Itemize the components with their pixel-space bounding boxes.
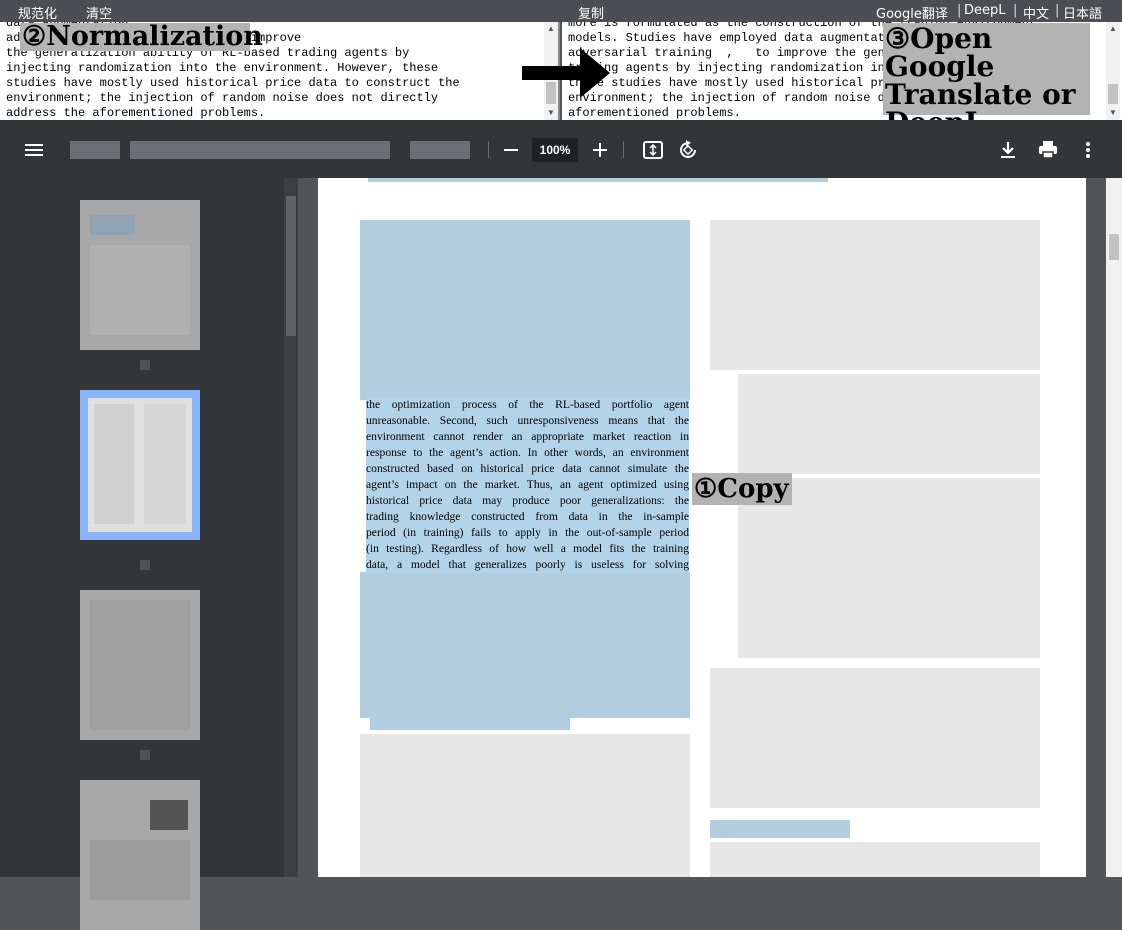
page-number-label <box>140 750 150 760</box>
google-translate-button[interactable]: Google翻译 <box>876 3 948 22</box>
scroll-up-icon[interactable]: ▲ <box>546 24 556 33</box>
lang-ja-button[interactable]: 日本語 <box>1063 3 1102 22</box>
selected-line[interactable]: constructed based on historical price da… <box>366 461 689 477</box>
selected-line[interactable]: trading knowledge constructed from data … <box>366 509 689 525</box>
selected-text-block[interactable] <box>370 718 570 730</box>
copy-button[interactable]: 复制 <box>578 3 604 22</box>
download-icon[interactable] <box>997 139 1019 161</box>
annotation-copy: ①Copy <box>692 473 792 505</box>
toolbar-divider <box>488 141 489 158</box>
text-block[interactable] <box>710 668 1040 808</box>
scroll-thumb[interactable] <box>286 196 296 336</box>
selected-line[interactable]: (in testing). Regardless of how well a m… <box>366 541 689 557</box>
text-block[interactable] <box>710 842 1040 877</box>
page-thumbnail[interactable] <box>80 200 200 350</box>
page-thumbnail[interactable] <box>80 590 200 740</box>
document-scrollbar[interactable] <box>1106 178 1122 877</box>
normalize-button[interactable]: 规范化 <box>18 3 57 22</box>
selected-paragraph[interactable]: the optimization process of the RL-based… <box>366 397 689 573</box>
annotation-open-translate: ③Open Google Translate or DeepL <box>883 23 1090 137</box>
selected-line[interactable]: data, a model that generalizes poorly is… <box>366 557 689 573</box>
thumbnail-sidebar <box>0 178 298 930</box>
toolbar-divider <box>623 141 624 158</box>
selected-line[interactable]: the optimization process of the RL-based… <box>366 397 689 413</box>
text-block[interactable] <box>738 374 1040 474</box>
page-thumbnail[interactable] <box>80 780 200 930</box>
text-block[interactable] <box>360 734 690 877</box>
selected-line[interactable]: unreasonable. Second, such unresponsiven… <box>366 413 689 429</box>
sidebar-scrollbar[interactable] <box>284 178 298 877</box>
text-block[interactable] <box>738 478 1040 658</box>
selected-line[interactable]: agent’s impact on the market. Thus, an a… <box>366 477 689 493</box>
arrow-right-icon <box>522 48 610 98</box>
zoom-in-icon[interactable] <box>589 139 611 161</box>
deepl-button[interactable]: DeepL <box>964 3 1006 18</box>
print-icon[interactable] <box>1037 139 1059 161</box>
selected-text-block[interactable] <box>360 572 690 718</box>
fit-page-icon[interactable] <box>642 139 664 161</box>
pdf-page[interactable]: the optimization process of the RL-based… <box>318 178 1086 877</box>
scroll-thumb[interactable] <box>1108 84 1118 104</box>
scroll-down-icon[interactable]: ▼ <box>546 108 556 117</box>
separator: | <box>1013 3 1018 18</box>
scroll-thumb[interactable] <box>1109 234 1119 260</box>
rotate-icon[interactable] <box>677 139 699 161</box>
result-scrollbar[interactable]: ▲ ▼ <box>1106 22 1120 120</box>
zoom-level-field[interactable]: 100% <box>532 138 578 162</box>
page-number-label <box>140 560 150 570</box>
menu-icon[interactable] <box>23 139 45 161</box>
section-heading[interactable] <box>710 820 850 838</box>
document-title <box>130 141 390 159</box>
annotation-normalization: ②Normalization <box>20 21 263 52</box>
page-thumbnail-selected[interactable] <box>80 390 200 540</box>
translator-toolbar: 规范化 清空 复制 Google翻译 | DeepL | 中文 | 日本語 <box>0 0 1122 22</box>
document-title <box>70 141 120 159</box>
lang-zh-button[interactable]: 中文 <box>1023 3 1049 22</box>
page-indicator <box>410 141 470 159</box>
page-number-label <box>140 360 150 370</box>
clear-button[interactable]: 清空 <box>86 3 112 22</box>
zoom-out-icon[interactable] <box>500 139 522 161</box>
highlight-block <box>368 178 828 182</box>
more-icon[interactable] <box>1077 139 1099 161</box>
selected-line[interactable]: period (in training) fails to apply in t… <box>366 525 689 541</box>
selected-line[interactable]: historical price data may produce poor g… <box>366 493 689 509</box>
separator: | <box>957 3 962 18</box>
scroll-up-icon[interactable]: ▲ <box>1108 24 1118 33</box>
selected-line[interactable]: response to the agent’s action. In other… <box>366 445 689 461</box>
separator: | <box>1055 3 1060 18</box>
text-block[interactable] <box>710 220 1040 370</box>
selected-text-block[interactable] <box>360 220 690 400</box>
selected-line[interactable]: environment cannot render an appropriate… <box>366 429 689 445</box>
scroll-down-icon[interactable]: ▼ <box>1108 108 1118 117</box>
